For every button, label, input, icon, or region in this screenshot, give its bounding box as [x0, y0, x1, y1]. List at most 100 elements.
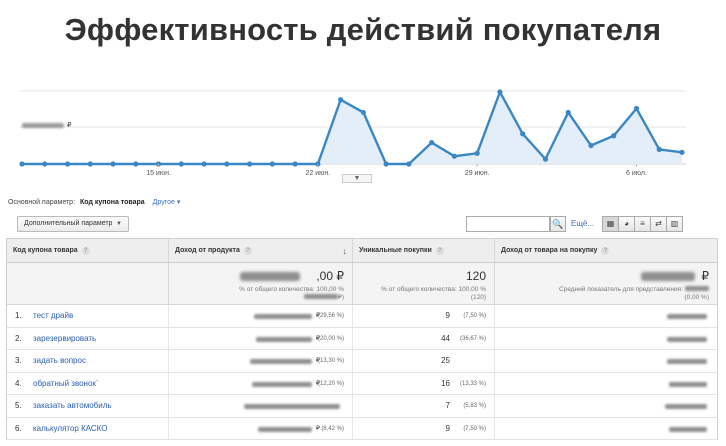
blurred-value: [252, 381, 312, 387]
blurred-value: [667, 359, 707, 364]
coupon-link[interactable]: заказать автомобиль: [33, 395, 112, 417]
data-point[interactable]: [406, 161, 412, 167]
x-tick-label: 29 июн.: [465, 170, 490, 177]
data-point[interactable]: [611, 133, 617, 139]
data-point[interactable]: [451, 153, 458, 159]
data-point[interactable]: [474, 150, 480, 156]
data-point[interactable]: [633, 105, 640, 112]
col-unique-purchases[interactable]: Уникальные покупки?: [353, 239, 495, 262]
data-point[interactable]: [178, 161, 184, 167]
data-point[interactable]: [588, 142, 594, 149]
other-dimension-link[interactable]: Другое ▾: [153, 199, 181, 206]
unique-pct: (36,67 %): [459, 335, 486, 342]
sort-desc-icon[interactable]: ↓: [343, 239, 348, 263]
total-revenue: ,00 ₽: [316, 269, 344, 283]
data-point[interactable]: [429, 139, 435, 146]
total-revenue-sub: % от общего количества: 100,00 % ₽): [239, 286, 344, 301]
cell-revenue: ₽ (29,56 %): [169, 305, 353, 327]
data-point[interactable]: [656, 146, 662, 152]
cell-revenue: [169, 395, 353, 417]
col-revenue-per-purchase[interactable]: Доход от товара на покупку?: [495, 239, 717, 262]
data-point[interactable]: [269, 161, 275, 167]
data-point[interactable]: [338, 97, 344, 103]
cell-coupon: 6. калькулятор КАСКО: [7, 417, 169, 440]
blurred-value: [665, 404, 707, 409]
x-tick-label: 22 июн.: [306, 170, 331, 177]
data-point[interactable]: [383, 161, 389, 167]
cell-unique: 16 (13,33 %): [353, 372, 495, 394]
cell-avg: [495, 328, 717, 350]
data-point[interactable]: [110, 161, 116, 167]
cell-unique: 7 (5,83 %): [353, 395, 495, 417]
search-input[interactable]: [466, 216, 550, 232]
table-row: 2. зарезервировать ₽ (20,00 %) 44 (36,67 %): [7, 327, 717, 350]
secondary-dimension-dropdown[interactable]: Дополнительный параметр ▼: [17, 216, 129, 232]
pie-view-icon[interactable]: ◕: [618, 216, 635, 232]
data-point[interactable]: [497, 89, 503, 95]
data-point[interactable]: [360, 109, 366, 116]
cell-unique: 44 (36,67 %): [353, 327, 495, 349]
data-point[interactable]: [565, 109, 571, 116]
data-point[interactable]: [246, 161, 253, 167]
blurred-value: [669, 426, 707, 432]
blurred-value: [667, 336, 707, 342]
data-point[interactable]: [87, 161, 93, 167]
blurred-value: [240, 272, 300, 281]
timeline-chart: 15 июн. 22 июн. 29 июн. 6 июл. ₽: [0, 85, 726, 185]
coupon-link[interactable]: обратный звонок`: [33, 373, 99, 395]
table-row: 5. заказать автомобиль 7 (5,83 %): [7, 395, 717, 418]
data-point[interactable]: [19, 161, 25, 167]
help-icon[interactable]: ?: [81, 247, 90, 255]
revenue-pct: (8,42 %): [321, 425, 344, 432]
data-point[interactable]: [520, 131, 526, 137]
data-point[interactable]: [133, 161, 139, 167]
data-point[interactable]: [201, 161, 207, 167]
col-coupon-code[interactable]: Код купона товара?: [7, 239, 169, 262]
data-point[interactable]: [42, 161, 48, 167]
row-number: 4.: [15, 378, 22, 388]
performance-view-icon[interactable]: ≡: [634, 216, 651, 232]
help-icon[interactable]: ?: [435, 247, 444, 255]
data-point[interactable]: [679, 149, 685, 155]
revenue-pct: (12,20 %): [317, 380, 344, 387]
unique-value: 7: [445, 401, 450, 410]
table-header: Код купона товара? Доход от продукта? ↓ У…: [7, 239, 717, 263]
revenue-pct: (13,30 %): [317, 358, 344, 364]
search-icon[interactable]: 🔍: [550, 216, 566, 232]
table-row: 1. тест драйв ₽ (29,56 %) 9 (7,50 %): [7, 305, 717, 328]
blurred-value: [258, 426, 312, 432]
col-product-revenue[interactable]: Доход от продукта? ↓: [169, 239, 353, 262]
data-point[interactable]: [64, 161, 71, 167]
advanced-search-link[interactable]: Ещё...: [571, 219, 594, 228]
coupon-link[interactable]: задать вопрос: [33, 350, 86, 372]
coupon-link[interactable]: калькулятор КАСКО: [33, 418, 107, 440]
cell-coupon: 3. задать вопрос: [7, 350, 169, 372]
coupon-link[interactable]: тест драйв: [33, 305, 73, 327]
help-icon[interactable]: ?: [243, 247, 252, 255]
blurred-value: [244, 404, 340, 409]
blurred-value: [667, 314, 707, 319]
comparison-view-icon[interactable]: ⇄: [650, 216, 667, 232]
row-number: 5.: [15, 401, 22, 410]
totals-c1: [7, 263, 169, 304]
totals-c4: ₽ Средний показатель для представления: …: [495, 263, 717, 304]
cell-revenue: ₽ (13,30 %): [169, 350, 353, 372]
revenue-pct: (20,00 %): [317, 335, 344, 342]
unique-value: 9: [445, 311, 450, 320]
data-point[interactable]: [224, 161, 230, 167]
pivot-view-icon[interactable]: ▥: [666, 216, 683, 232]
total-avg-sub: Средний показатель для представления: (0…: [559, 286, 709, 301]
data-point[interactable]: [292, 161, 298, 167]
table-row: 6. калькулятор КАСКО ₽ (8,42 %) 9 (7,50 %): [7, 417, 717, 440]
table-view-icon[interactable]: ▦: [602, 216, 619, 232]
chart-resize-handle[interactable]: ▼: [342, 174, 372, 183]
blurred-value: [669, 381, 707, 387]
data-point[interactable]: [542, 156, 549, 162]
cell-coupon: 2. зарезервировать: [7, 327, 169, 350]
coupon-link[interactable]: зарезервировать: [33, 328, 96, 350]
help-icon[interactable]: ?: [601, 247, 610, 255]
cell-unique: 25: [353, 350, 495, 372]
cell-unique: 9 (7,50 %): [353, 417, 495, 439]
data-table: Код купона товара? Доход от продукта? ↓ У…: [6, 238, 718, 440]
primary-dimension-label: Основной параметр:: [8, 199, 76, 206]
